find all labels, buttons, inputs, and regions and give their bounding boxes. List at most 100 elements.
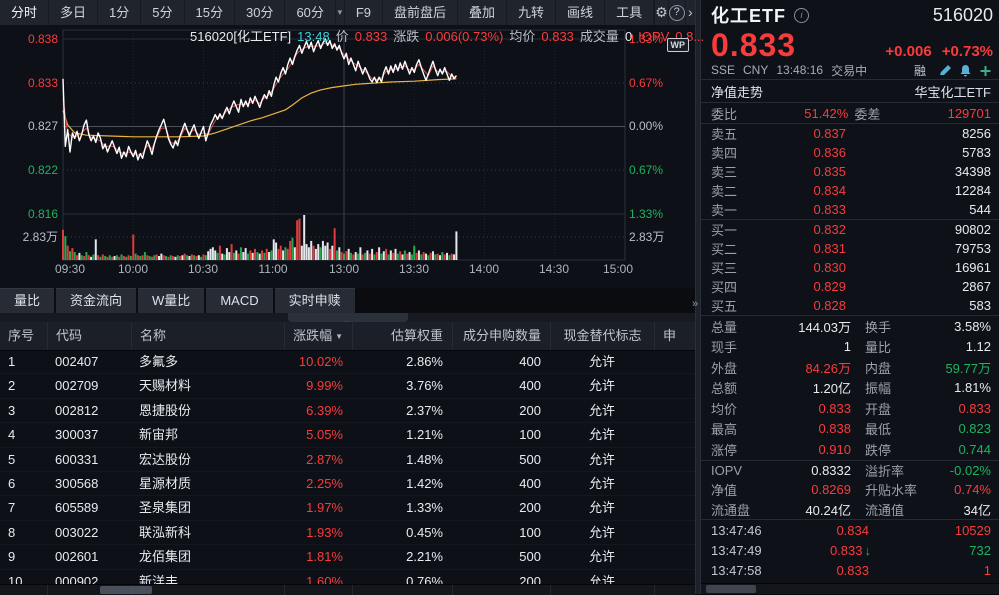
cell-cashflag: 允许	[550, 350, 654, 373]
chevron-right-icon[interactable]: ›	[685, 0, 695, 25]
bid-row-4[interactable]: 买四0.8292867	[701, 277, 999, 296]
col-header-truncated[interactable]: 申	[654, 322, 695, 350]
col-header-weight[interactable]: 估算权重	[352, 322, 452, 350]
bid-label: 买二	[711, 239, 751, 258]
ask-row-5[interactable]: 卖五0.8378256	[701, 124, 999, 143]
col-header-cashflag[interactable]: 现金替代标志	[550, 322, 654, 350]
cell-cashflag: 允许	[550, 496, 654, 519]
chart-canvas[interactable]	[0, 25, 695, 283]
toolbar-item-overlay[interactable]: 叠加	[458, 0, 507, 25]
chevron-down-icon[interactable]: ▼	[336, 0, 345, 25]
toolbar-item-5min[interactable]: 5分	[141, 0, 184, 25]
tab-money-flow[interactable]: 资金流向	[56, 288, 136, 313]
toolbar-item-60min[interactable]: 60分	[285, 0, 335, 25]
toolbar-item-15min[interactable]: 15分	[185, 0, 235, 25]
panel-collapse-handle[interactable]: »	[288, 313, 408, 322]
gear-icon[interactable]: ⚙	[654, 0, 668, 25]
scrollbar-thumb[interactable]	[706, 585, 756, 593]
toolbar-item-nineturn[interactable]: 九转	[507, 0, 556, 25]
add-plus-icon[interactable]	[978, 64, 993, 77]
table-row[interactable]: 9002601龙佰集团1.81%2.21%500允许	[0, 545, 695, 569]
alert-bell-icon[interactable]	[958, 64, 973, 77]
toolbar-item-1min[interactable]: 1分	[98, 0, 141, 25]
table-row[interactable]: 8003022联泓新科1.93%0.45%100允许	[0, 521, 695, 545]
table-row[interactable]: 4300037新宙邦5.05%1.21%100允许	[0, 423, 695, 447]
scrollbar-thumb[interactable]	[100, 586, 152, 594]
ask-row-2[interactable]: 卖二0.83412284	[701, 181, 999, 200]
bid-label: 买一	[711, 220, 751, 239]
bid-row-5[interactable]: 买五0.828583	[701, 296, 999, 315]
expand-right-icon[interactable]: »	[692, 298, 698, 310]
toolbar-item-drawline[interactable]: 画线	[556, 0, 605, 25]
cell-change: 1.81%	[284, 545, 352, 568]
table-row[interactable]: 1002407多氟多10.02%2.86%400允许	[0, 350, 695, 374]
x-axis-label: 09:30	[48, 262, 92, 276]
table-h-scrollbar[interactable]	[0, 584, 695, 595]
tick-row[interactable]: 13:47:580.8331	[701, 560, 999, 580]
nav-trend-row[interactable]: 净值走势 华宝化工ETF	[701, 80, 999, 102]
table-row[interactable]: 2002709天赐材料9.99%3.76%400允许	[0, 374, 695, 398]
col-header-qty[interactable]: 成分申购数量	[452, 322, 550, 350]
y-axis-label-right: 0.67%	[629, 76, 691, 90]
stat-row: 最高0.838最低0.823	[701, 419, 999, 440]
cell-weight: 3.76%	[352, 374, 452, 397]
cell-seq: 5	[0, 448, 47, 471]
cell-code: 002812	[47, 399, 131, 422]
x-axis-label: 11:00	[251, 262, 295, 276]
edit-pencil-icon[interactable]	[938, 64, 953, 77]
tab-volume-ratio[interactable]: 量比	[0, 288, 54, 313]
wp-widget-icon[interactable]: WP	[667, 38, 690, 52]
tab-w-volume-ratio[interactable]: W量比	[138, 288, 204, 313]
toolbar-item-premarket[interactable]: 盘前盘后	[383, 0, 458, 25]
table-row[interactable]: 5600331宏达股份2.87%1.48%500允许	[0, 448, 695, 472]
y-axis-label-right: 2.83万	[629, 230, 691, 244]
table-row[interactable]: 3002812恩捷股份6.39%2.37%200允许	[0, 399, 695, 423]
collapse-strip: »	[0, 313, 695, 322]
y-axis-label: 2.83万	[0, 230, 58, 244]
ask-row-3[interactable]: 卖三0.83534398	[701, 162, 999, 181]
toolbar-item-multiday[interactable]: 多日	[49, 0, 98, 25]
intraday-chart[interactable]: 516020[化工ETF]13:48价0.833涨跌0.006(0.73%)均价…	[0, 25, 695, 283]
cell-change: 2.25%	[284, 472, 352, 495]
col-header-seq[interactable]: 序号	[0, 322, 47, 350]
margin-flag: 融	[914, 62, 926, 79]
cell-name: 天赐材料	[131, 374, 284, 397]
currency-label: CNY	[743, 63, 768, 77]
toolbar-item-30min[interactable]: 30分	[235, 0, 285, 25]
cell-change: 2.87%	[284, 448, 352, 471]
table-row[interactable]: 7605589圣泉集团1.97%1.33%200允许	[0, 496, 695, 520]
table-row[interactable]: 6300568星源材质2.25%1.42%400允许	[0, 472, 695, 496]
cell-cashflag: 允许	[550, 545, 654, 568]
bid-row-1[interactable]: 买一0.83290802	[701, 220, 999, 239]
ask-label: 卖五	[711, 124, 751, 143]
info-icon[interactable]: i	[794, 8, 809, 23]
tab-macd[interactable]: MACD	[206, 288, 272, 313]
cell-change: 9.99%	[284, 374, 352, 397]
x-axis-label: 10:00	[111, 262, 155, 276]
cell-seq: 6	[0, 472, 47, 495]
tab-realtime-subscription[interactable]: 实时申赎	[275, 288, 355, 313]
toolbar-item-timeshare[interactable]: 分时	[0, 0, 49, 25]
ask-row-4[interactable]: 卖四0.8365783	[701, 143, 999, 162]
bid-label: 买四	[711, 277, 751, 296]
toolbar-item-tools[interactable]: 工具	[605, 0, 654, 25]
bid-row-3[interactable]: 买三0.83016961	[701, 258, 999, 277]
cell-name: 新宙邦	[131, 423, 284, 446]
chart-header: 516020[化工ETF]13:48价0.833涨跌0.006(0.73%)均价…	[190, 26, 710, 45]
help-icon[interactable]: ?	[668, 0, 685, 25]
iopv-label: IOPV	[638, 29, 669, 44]
col-header-code[interactable]: 代码	[47, 322, 131, 350]
ask-row-1[interactable]: 卖一0.833544	[701, 200, 999, 219]
quote-h-scrollbar[interactable]	[701, 583, 999, 594]
bid-row-2[interactable]: 买二0.83179753	[701, 239, 999, 258]
tick-row[interactable]: 13:47:490.833↓732	[701, 540, 999, 560]
toolbar-item-f9[interactable]: F9	[345, 0, 383, 25]
bid-price: 0.832	[751, 222, 846, 237]
col-header-name[interactable]: 名称	[131, 322, 284, 350]
col-header-change[interactable]: 涨跌幅▼	[284, 322, 352, 350]
tick-row[interactable]: 13:47:460.83410529	[701, 520, 999, 540]
sort-desc-icon: ▼	[335, 332, 343, 341]
cell-qty: 100	[452, 521, 550, 544]
tick-qty: 1	[871, 563, 991, 578]
y-axis-label-right: 0.67%	[629, 163, 691, 177]
